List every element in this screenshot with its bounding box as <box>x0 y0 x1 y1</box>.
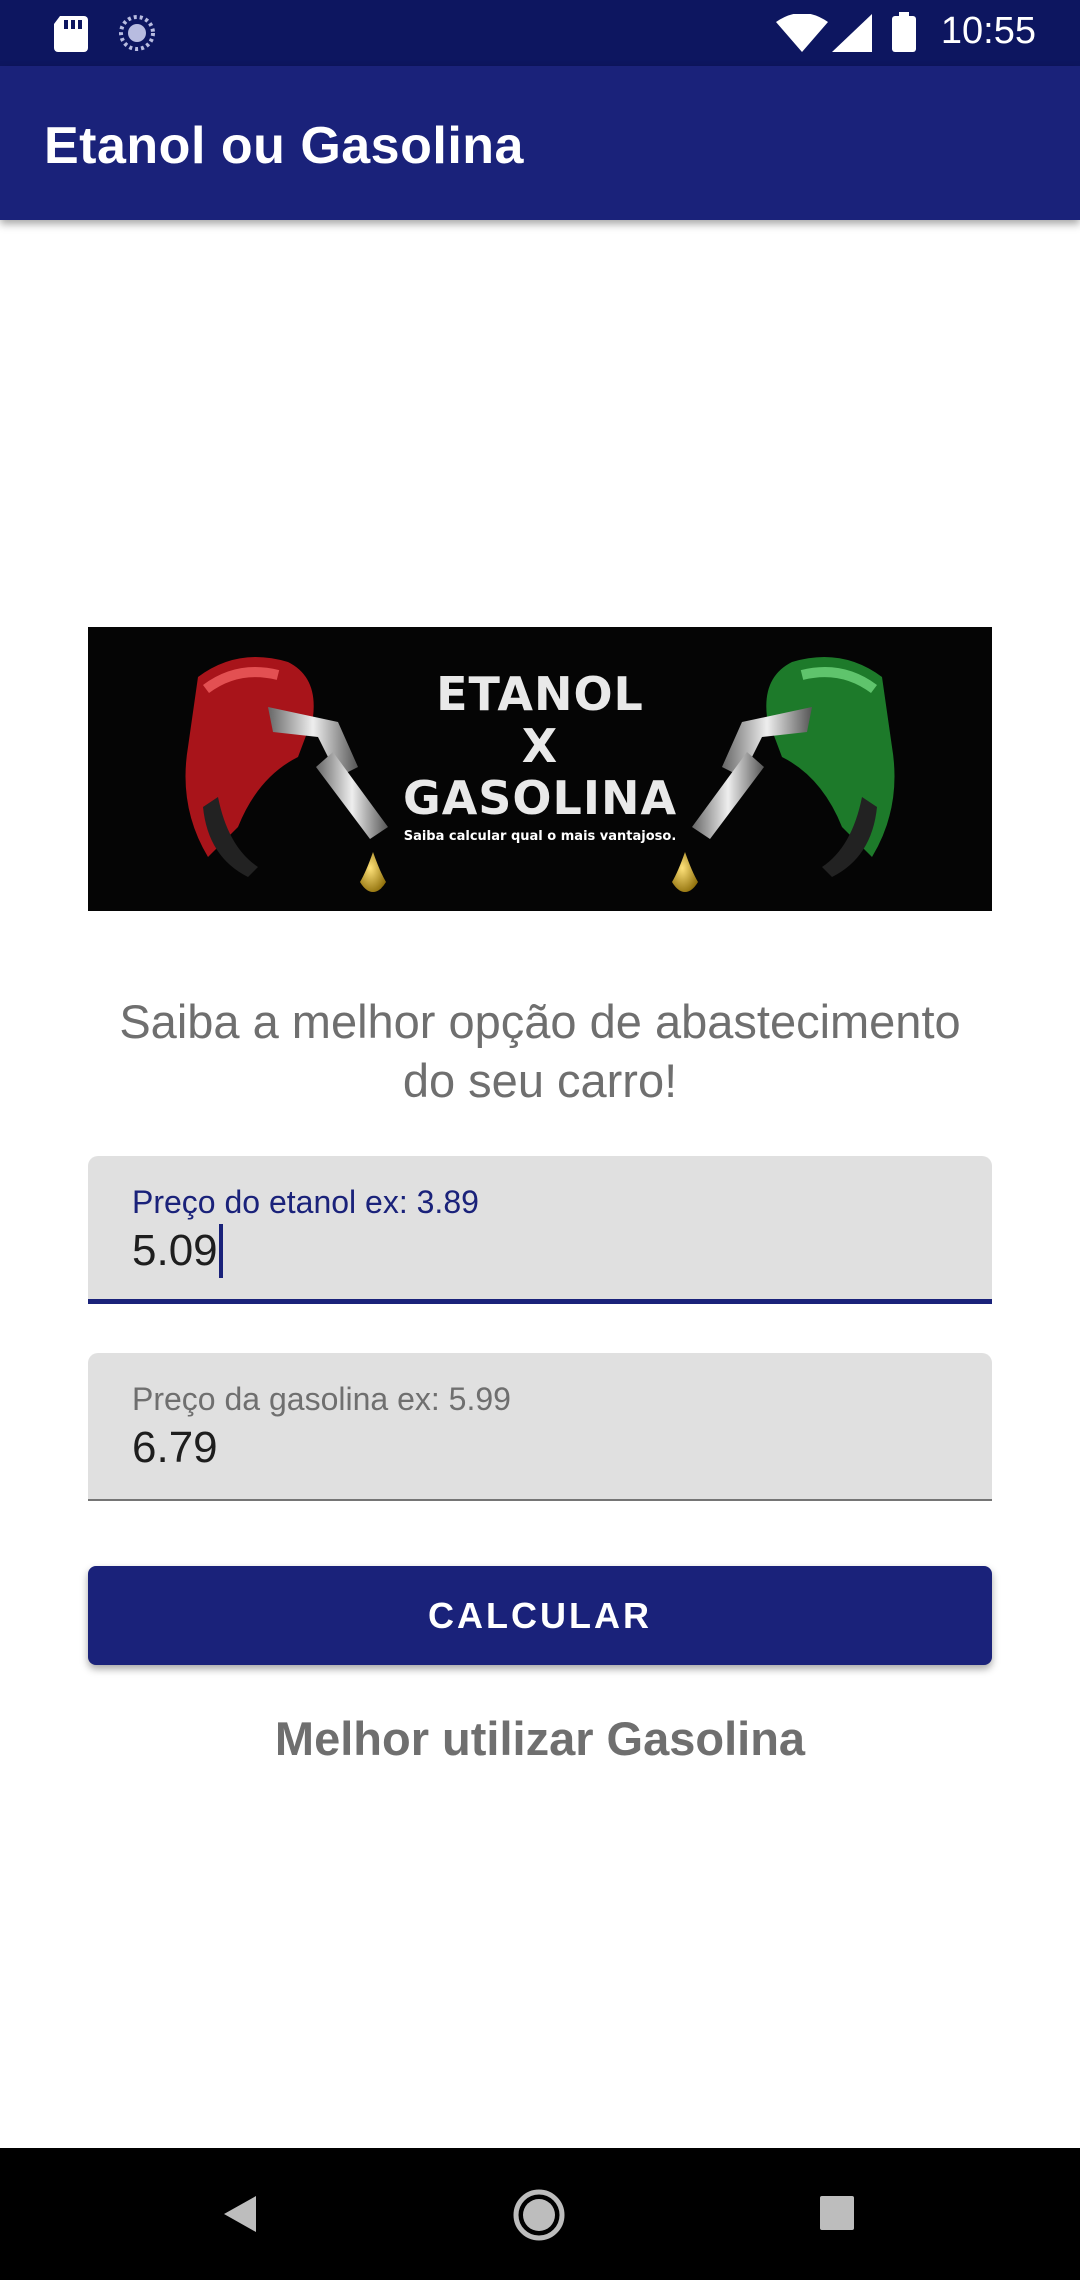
calculate-button[interactable]: CALCULAR <box>88 1566 992 1665</box>
etanol-price-label: Preço do etanol ex: 3.89 <box>132 1184 479 1220</box>
navigation-bar <box>0 2148 1080 2280</box>
wifi-icon <box>776 14 828 52</box>
sync-icon <box>119 15 155 51</box>
banner-image: ETANOL X GASOLINA Saiba calcular qual o … <box>88 627 992 911</box>
text-cursor <box>218 1224 223 1278</box>
signal-icon <box>832 14 872 52</box>
app-bar: Etanol ou Gasolina <box>0 66 1080 220</box>
etanol-price-value: 5.09 <box>132 1226 218 1275</box>
result-text: Melhor utilizar Gasolina <box>274 1712 806 1765</box>
app-title: Etanol ou Gasolina <box>44 117 524 175</box>
recents-icon[interactable] <box>820 2196 854 2230</box>
banner-title-gasolina: GASOLINA <box>402 771 678 825</box>
status-time: 10:55 <box>940 10 1036 52</box>
gasolina-price-field[interactable]: Preço da gasolina ex: 5.99 6.79 <box>88 1353 992 1501</box>
gasolina-price-input[interactable]: 6.79 <box>132 1423 218 1473</box>
etanol-price-input[interactable]: 5.09 <box>132 1224 223 1278</box>
banner-title-etanol: ETANOL <box>436 667 644 721</box>
etanol-price-field[interactable]: Preço do etanol ex: 3.89 5.09 <box>88 1156 992 1304</box>
back-icon[interactable] <box>222 2194 258 2234</box>
sd-card-icon <box>54 16 88 52</box>
home-icon[interactable] <box>512 2188 566 2242</box>
battery-icon <box>892 12 916 52</box>
intro-text: Saiba a melhor opção de abastecimento do… <box>119 995 961 1107</box>
banner-title-x: X <box>521 719 559 773</box>
gasolina-price-label: Preço da gasolina ex: 5.99 <box>132 1381 511 1417</box>
status-bar: 10:55 <box>0 0 1080 66</box>
banner-subtitle: Saiba calcular qual o mais vantajoso. <box>403 829 677 844</box>
